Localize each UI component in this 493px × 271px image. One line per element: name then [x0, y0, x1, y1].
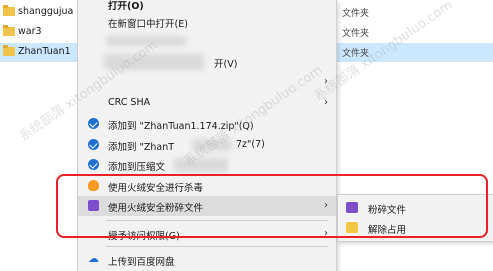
blurred-text	[104, 54, 204, 70]
menu-item-label: 添加到 "ZhanTuan1.174.zip"(Q)	[108, 121, 254, 132]
menu-item-submenu[interactable]: ›	[78, 72, 336, 92]
blurred-text	[106, 36, 186, 46]
chevron-right-icon: ›	[324, 76, 328, 87]
folder-icon	[3, 45, 15, 56]
menu-item-add-7z[interactable]: 添加到 "ZhanT 7z"(7)	[78, 135, 336, 155]
folder-icon	[3, 5, 15, 16]
red-highlight-box	[56, 174, 488, 238]
file-name: ZhanTuan1	[18, 46, 71, 57]
menu-item-upload-baidu[interactable]: ☁ 上传到百度网盘	[78, 250, 336, 270]
menu-divider	[106, 246, 328, 247]
menu-item-blurred[interactable]	[78, 31, 336, 51]
file-type: 文件夹	[342, 9, 370, 19]
baidu-cloud-icon: ☁	[88, 252, 99, 265]
menu-item-label: 打开(O)	[108, 1, 144, 12]
file-type: 文件夹	[342, 29, 370, 39]
bandizip-icon	[88, 118, 99, 129]
menu-item-open-with[interactable]: 开(V)	[78, 52, 336, 72]
file-type: 文件夹	[342, 49, 370, 59]
menu-item-label: 添加到 "ZhanT	[108, 142, 175, 153]
menu-item-label: 添加到压缩文	[108, 162, 166, 173]
menu-item-crc-sha[interactable]: CRC SHA ›	[78, 93, 336, 113]
bandizip-icon	[88, 159, 99, 170]
menu-item-label: 上传到百度网盘	[108, 257, 175, 268]
blurred-text	[192, 139, 232, 151]
file-name: shanggujua	[18, 6, 74, 17]
menu-item-open-new-window[interactable]: 在新窗口中打开(E)	[78, 12, 336, 32]
folder-icon	[3, 25, 15, 36]
blurred-text	[174, 158, 228, 172]
chevron-right-icon: ›	[324, 97, 328, 108]
menu-item-label: 开(V)	[214, 59, 238, 70]
menu-item-add-zip[interactable]: 添加到 "ZhanTuan1.174.zip"(Q)	[78, 114, 336, 134]
bandizip-icon	[88, 139, 99, 150]
menu-item-add-archive[interactable]: 添加到压缩文	[78, 155, 336, 175]
menu-item-label: 7z"(7)	[236, 139, 265, 150]
menu-item-label: 在新窗口中打开(E)	[108, 19, 188, 30]
menu-item-label: CRC SHA	[108, 97, 151, 108]
file-name: war3	[18, 26, 42, 37]
